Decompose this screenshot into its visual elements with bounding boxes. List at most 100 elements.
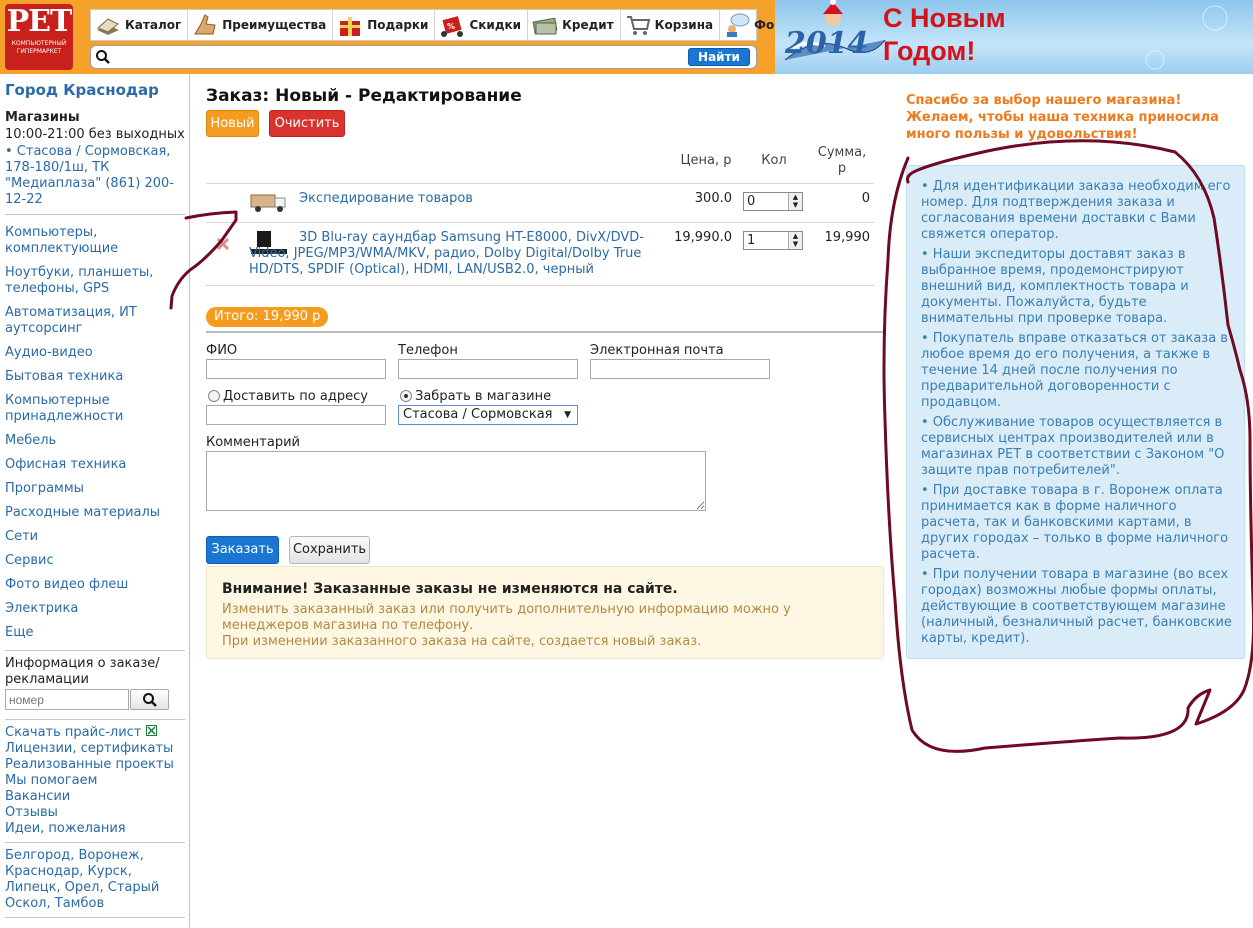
nav-label: Преимущества	[222, 18, 327, 32]
cities-links[interactable]: Белгород, Воронеж, Краснодар, Курск, Лип…	[5, 848, 185, 912]
column-header-qty: Кол	[761, 153, 787, 168]
thumbs-up-icon	[194, 14, 216, 35]
delivery-van-icon	[250, 194, 286, 212]
page-title: Заказ: Новый - Редактирование	[206, 86, 522, 106]
info-bullet: • При получении товара в магазине (во вс…	[921, 567, 1232, 646]
site-header: PET КОМПЬЮТЕРНЫЙ ГИПЕРМАРКЕТ Каталог Пре…	[0, 0, 800, 74]
store-address-link[interactable]: • Стасова / Сормовская, 178-180/1ш, ТК "…	[5, 144, 185, 208]
banner-year: 2014	[785, 26, 869, 61]
category-list: Компьютеры, комплектующие Ноутбуки, план…	[5, 225, 185, 649]
item-name-link[interactable]: Экспедирование товаров	[299, 191, 669, 207]
table-divider	[206, 222, 874, 223]
nav-gifts[interactable]: Подарки	[333, 10, 436, 40]
nav-catalog[interactable]: Каталог	[91, 10, 189, 40]
category-item[interactable]: Компьютеры, комплектующие	[5, 225, 185, 257]
category-item[interactable]: Офисная техника	[5, 457, 185, 473]
gift-icon	[340, 17, 361, 36]
nav-label: Каталог	[125, 18, 182, 32]
nav-label: Скидки	[469, 18, 522, 32]
address-field[interactable]	[206, 405, 386, 425]
info-bullet: • Покупатель вправе отказаться от заказа…	[921, 331, 1228, 410]
nav-label: Подарки	[367, 18, 429, 32]
money-icon	[532, 17, 558, 35]
save-button[interactable]: Сохранить	[289, 536, 370, 564]
info-link[interactable]: Лицензии, сертификаты	[5, 741, 190, 757]
column-header-price: Цена, р	[680, 153, 732, 168]
category-item[interactable]: Бытовая техника	[5, 369, 185, 385]
quantity-stepper[interactable]: 1 ▲ ▼	[743, 231, 803, 250]
table-divider	[206, 183, 874, 184]
category-item[interactable]: Расходные материалы	[5, 505, 185, 521]
category-item[interactable]: Программы	[5, 481, 185, 497]
quantity-value: 1	[747, 233, 756, 248]
new-order-button[interactable]: Новый	[206, 110, 259, 137]
category-item[interactable]: Мебель	[5, 433, 185, 449]
nav-credit[interactable]: Кредит	[528, 10, 621, 40]
item-name-link[interactable]: 3D Blu-ray саундбар Samsung HT-E8000, Di…	[249, 230, 671, 278]
remove-item-icon[interactable]	[216, 237, 230, 251]
category-item[interactable]: Ноутбуки, планшеты, телефоны, GPS	[5, 265, 185, 297]
search-input[interactable]	[113, 48, 673, 66]
pickup-label[interactable]: Забрать в магазине	[415, 389, 551, 404]
new-year-banner[interactable]: 2014 С Новым Годом!	[775, 0, 1253, 74]
nav-label: Корзина	[654, 18, 714, 32]
nav-discounts[interactable]: % Скидки	[435, 10, 529, 40]
category-item[interactable]: Фото видео флеш	[5, 577, 185, 593]
chevron-down-icon: ▼	[564, 410, 571, 420]
sidebar: Город Краснодар Магазины 10:00-21:00 без…	[0, 74, 190, 928]
phone-label: Телефон	[398, 343, 458, 358]
divider	[5, 719, 185, 720]
item-sum: 0	[861, 191, 870, 206]
info-link[interactable]: Вакансии	[5, 789, 190, 805]
stores-hours: 10:00-21:00 без выходных	[5, 127, 185, 142]
fio-field[interactable]	[206, 359, 386, 379]
place-order-button[interactable]: Заказать	[206, 536, 279, 564]
email-field[interactable]	[590, 359, 770, 379]
search-button[interactable]: Найти	[688, 48, 750, 66]
divider	[5, 917, 185, 918]
search-icon	[96, 50, 110, 64]
category-item[interactable]: Компьютерные принадлежности	[5, 393, 185, 425]
quantity-stepper[interactable]: 0 ▲ ▼	[743, 192, 803, 211]
price-list-link[interactable]: Скачать прайс-лист	[5, 725, 190, 741]
order-info-label: Информация о заказе/рекламации	[5, 656, 160, 687]
logo-text: PET	[6, 4, 73, 39]
order-search-button[interactable]	[130, 689, 169, 710]
category-item[interactable]: Электрика	[5, 601, 185, 617]
clear-order-button[interactable]: Очистить	[269, 110, 345, 137]
category-item[interactable]: Автоматизация, ИТ аутсорсинг	[5, 305, 185, 337]
comment-field[interactable]	[206, 451, 706, 511]
info-bullet: • Обслуживание товаров осуществляется в …	[921, 415, 1225, 478]
category-item[interactable]: Сети	[5, 529, 185, 545]
store-select[interactable]: Стасова / Сормовская ▼	[398, 405, 578, 425]
logo-subtitle: КОМПЬЮТЕРНЫЙ ГИПЕРМАРКЕТ	[11, 40, 67, 55]
link-label: Скачать прайс-лист	[5, 725, 142, 740]
site-logo[interactable]: PET КОМПЬЮТЕРНЫЙ ГИПЕРМАРКЕТ	[5, 4, 73, 70]
category-item[interactable]: Еще	[5, 625, 185, 641]
nav-advantages[interactable]: Преимущества	[188, 10, 334, 40]
deliver-label[interactable]: Доставить по адресу	[223, 389, 368, 404]
info-link[interactable]: Мы помогаем	[5, 773, 190, 789]
info-link[interactable]: Отзывы	[5, 805, 190, 821]
order-number-input[interactable]	[5, 689, 129, 710]
info-bullet: • Для идентификации заказа необходим его…	[921, 179, 1231, 242]
category-item[interactable]: Аудио-видео	[5, 345, 185, 361]
banner-line1: С Новым	[883, 3, 1006, 33]
info-bullets: • Для идентификации заказа необходим его…	[921, 179, 1239, 651]
warning-notice: Внимание! Заказанные заказы не изменяютс…	[206, 566, 884, 659]
info-links: Скачать прайс-лист Лицензии, сертификаты…	[5, 725, 190, 837]
info-link[interactable]: Реализованные проекты	[5, 757, 190, 773]
info-link[interactable]: Идеи, пожелания	[5, 821, 190, 837]
forum-icon	[727, 13, 750, 37]
info-bullet: • При доставке товара в г. Воронеж оплат…	[921, 483, 1229, 562]
deliver-radio[interactable]	[208, 390, 220, 402]
comment-label: Комментарий	[206, 435, 300, 450]
column-header-sum: Сумма, р	[817, 145, 867, 176]
pickup-radio[interactable]	[400, 390, 412, 402]
item-sum: 19,990	[824, 230, 871, 245]
divider	[5, 650, 185, 651]
category-item[interactable]: Сервис	[5, 553, 185, 569]
phone-field[interactable]	[398, 359, 578, 379]
city-selector[interactable]: Город Краснодар	[5, 81, 159, 99]
nav-cart[interactable]: Корзина	[621, 10, 721, 40]
